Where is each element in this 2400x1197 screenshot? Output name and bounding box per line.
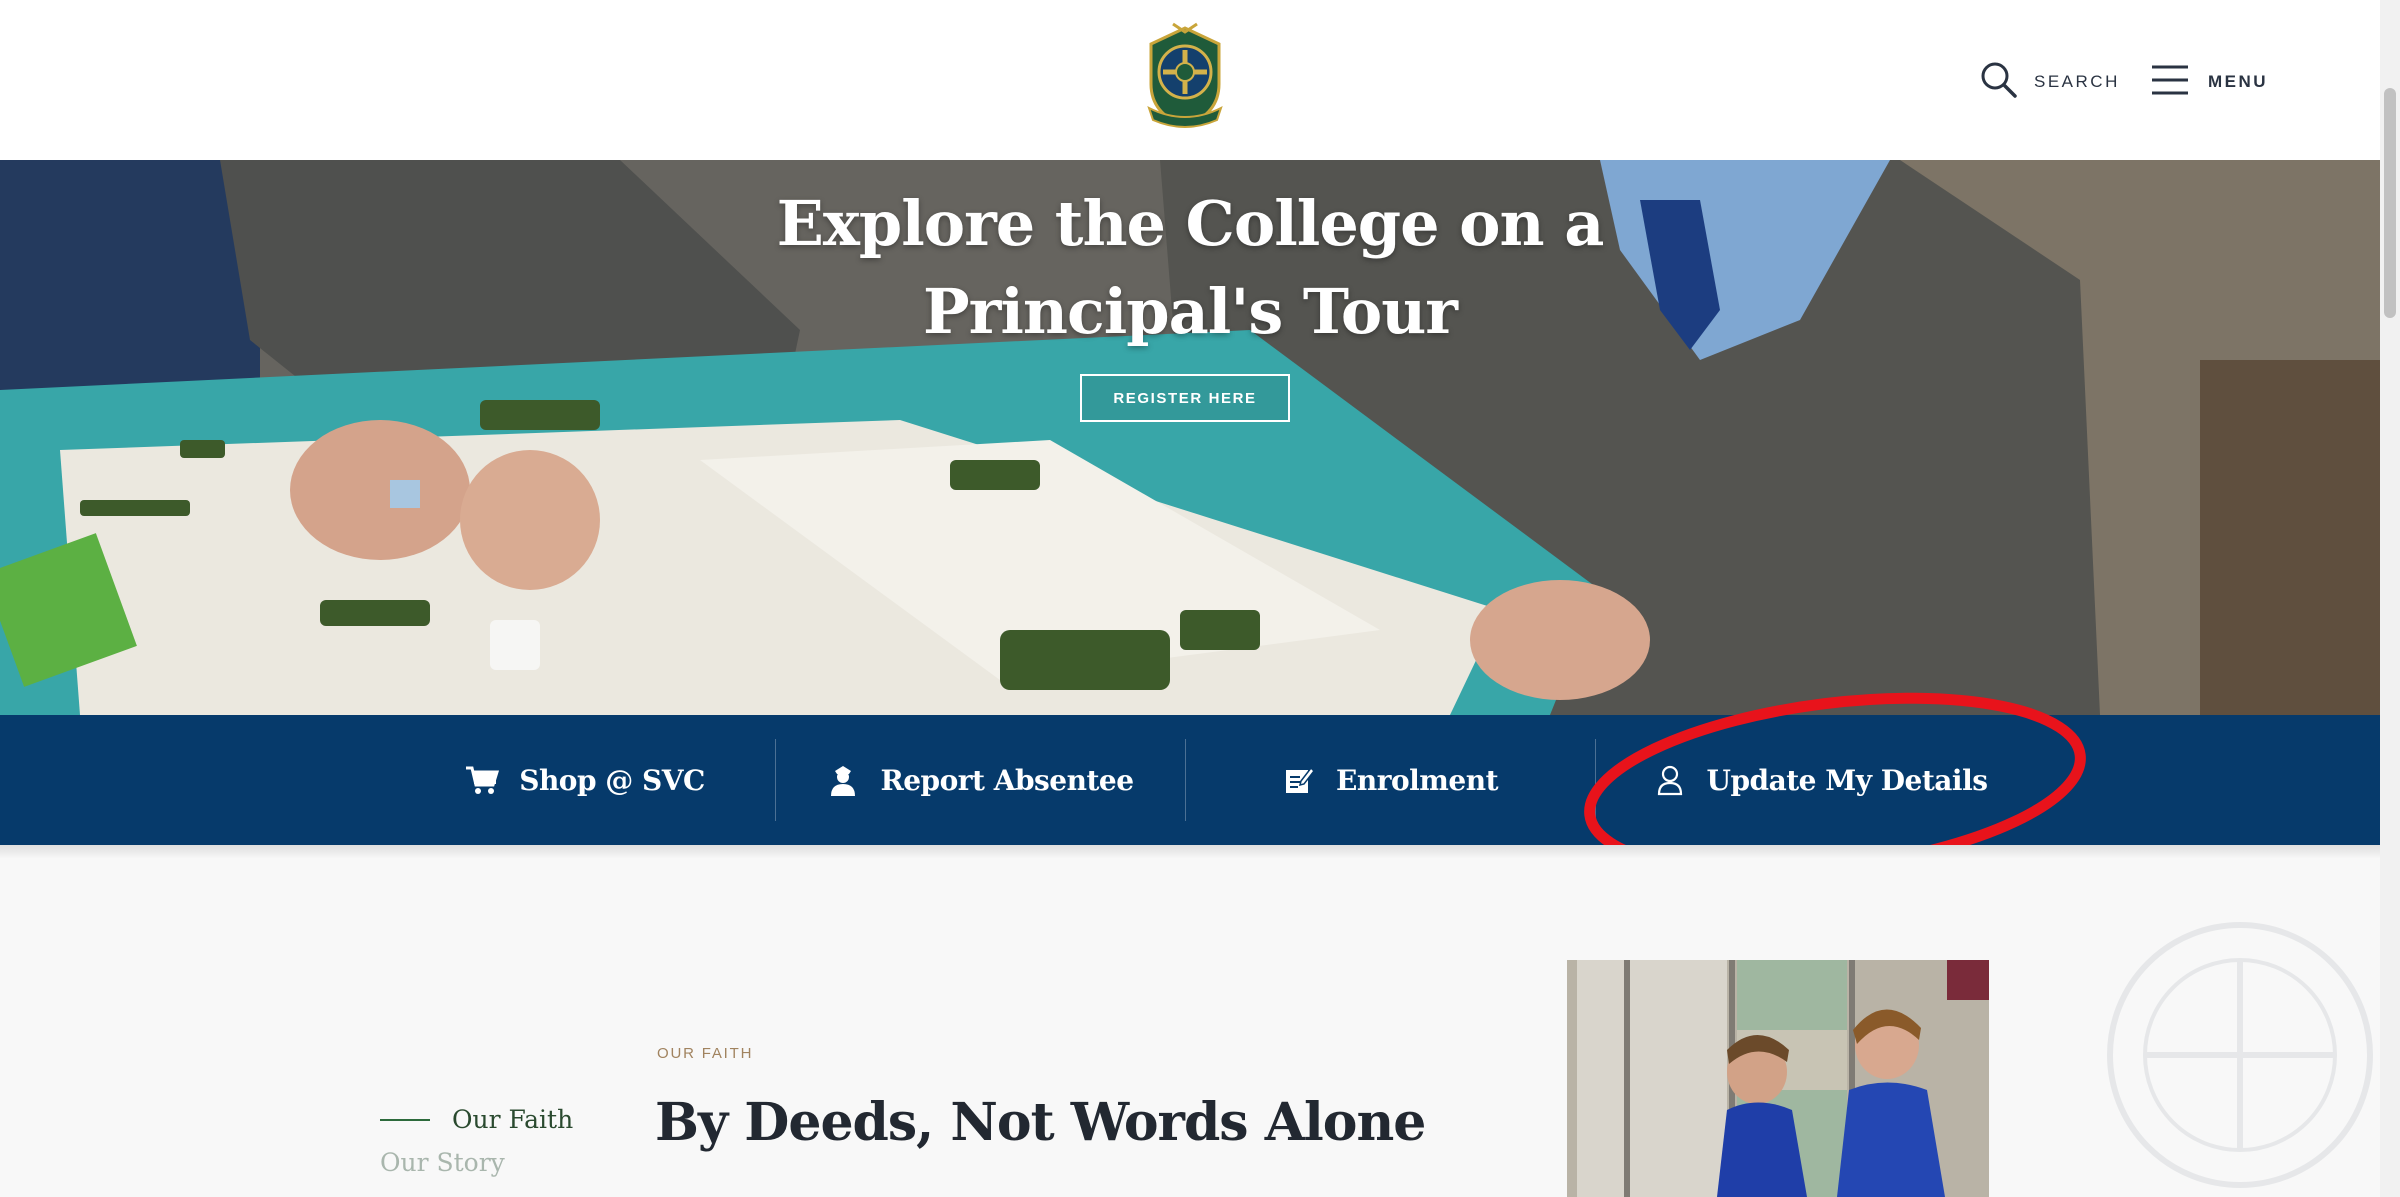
edit-form-icon <box>1282 763 1316 797</box>
quick-link-enrolment[interactable]: Enrolment <box>1190 715 1590 845</box>
search-label: SEARCH <box>2034 72 2120 91</box>
menu-button[interactable]: MENU <box>2150 60 2268 104</box>
quick-link-divider <box>775 739 776 821</box>
bar-shadow <box>0 845 2380 859</box>
subnav-item-our-story[interactable]: Our Story <box>380 1148 573 1177</box>
hamburger-icon <box>2150 63 2190 102</box>
quick-link-divider <box>1185 739 1186 821</box>
crest-watermark-icon <box>2107 922 2373 1188</box>
section-title: By Deeds, Not Words Alone <box>655 1092 1426 1153</box>
register-here-button[interactable]: REGISTER HERE <box>1080 374 1290 422</box>
menu-label: MENU <box>2208 72 2269 91</box>
quick-link-label: Enrolment <box>1336 763 1499 797</box>
quick-link-shop[interactable]: Shop @ SVC <box>390 715 780 845</box>
college-crest-logo[interactable] <box>1143 22 1227 134</box>
active-indicator <box>380 1118 430 1121</box>
students-photo <box>1567 960 1989 1197</box>
hero-title-line-1: Explore the College on a <box>776 187 1605 260</box>
section-eyebrow: OUR FAITH <box>657 1045 754 1062</box>
quick-link-label: Update My Details <box>1706 763 1988 797</box>
quick-links-bar: Shop @ SVC Report Absentee Enrolment Upd… <box>0 715 2380 845</box>
hero-title-line-2: Principal's Tour <box>923 275 1458 348</box>
subnav-label: Our Faith <box>452 1105 574 1134</box>
person-icon <box>826 763 860 797</box>
hero-title: Explore the College on a Principal's Tou… <box>690 180 1690 356</box>
quick-link-divider <box>1595 739 1596 821</box>
subnav-item-our-faith[interactable]: Our Faith <box>380 1105 573 1134</box>
user-outline-icon <box>1653 763 1687 797</box>
search-button[interactable]: SEARCH <box>1980 60 2120 104</box>
search-icon <box>1980 61 2018 104</box>
hero-banner: Explore the College on a Principal's Tou… <box>0 160 2380 715</box>
quick-link-update-my-details[interactable]: Update My Details <box>1600 715 2040 845</box>
scrollbar-thumb[interactable] <box>2384 88 2396 318</box>
quick-link-label: Shop @ SVC <box>519 763 705 797</box>
quick-link-report-absentee[interactable]: Report Absentee <box>780 715 1180 845</box>
subnav-label: Our Story <box>380 1148 505 1177</box>
site-header: SEARCH MENU <box>0 0 2380 160</box>
section-subnav: Our Faith Our Story <box>380 1105 573 1177</box>
quick-link-label: Report Absentee <box>880 763 1134 797</box>
cart-icon <box>465 763 500 797</box>
